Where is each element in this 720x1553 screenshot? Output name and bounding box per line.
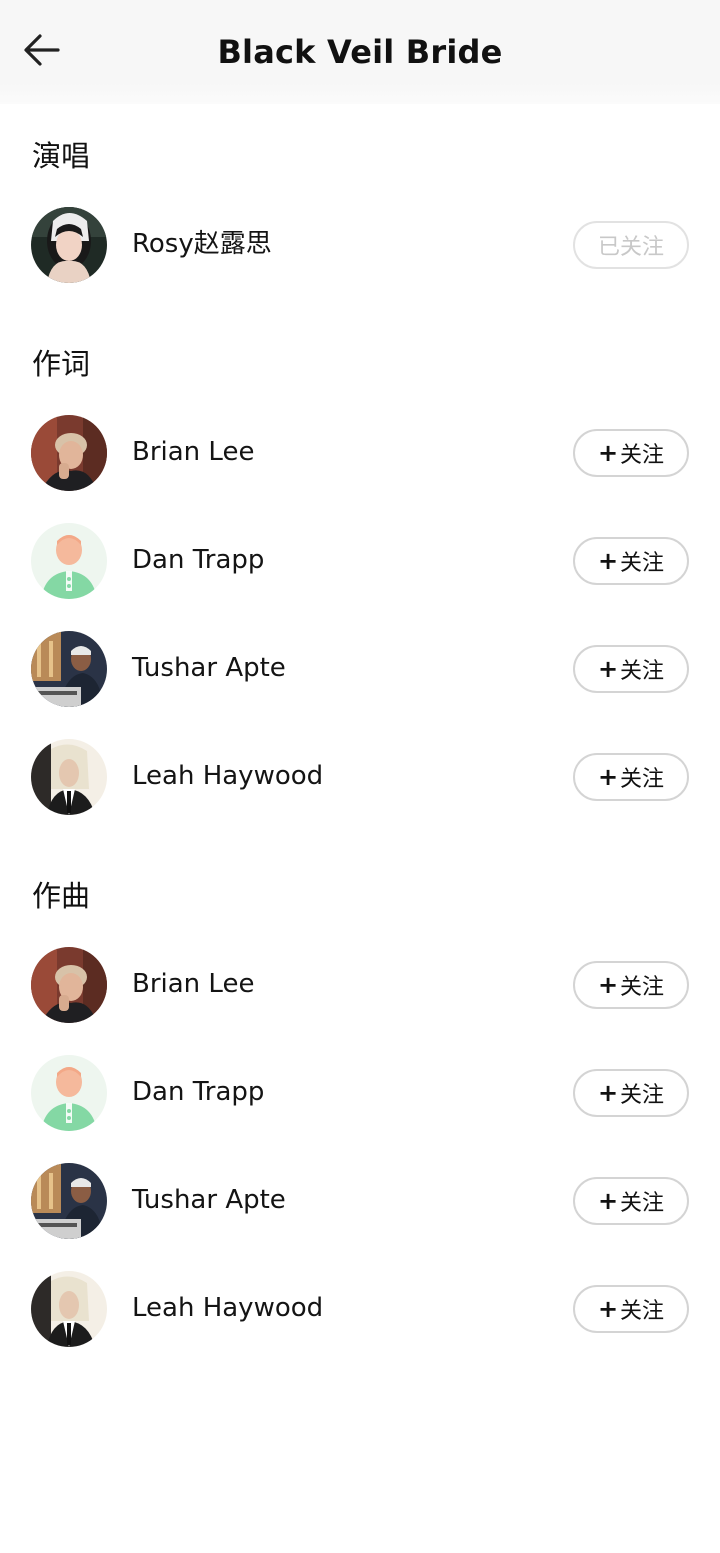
list-item[interactable]: Tushar Apte + 关注 (0, 624, 720, 714)
list-item[interactable]: Dan Trapp + 关注 (0, 1048, 720, 1138)
avatar[interactable] (31, 523, 107, 599)
list-item[interactable]: Brian Lee + 关注 (0, 408, 720, 498)
follow-button[interactable]: + 关注 (573, 537, 689, 585)
follow-button[interactable]: + 关注 (573, 429, 689, 477)
plus-icon: + (597, 655, 619, 683)
section-title-lyrics: 作词 (32, 347, 91, 381)
person-name: Tushar Apte (132, 1185, 286, 1215)
avatar[interactable] (31, 415, 107, 491)
plus-icon: + (597, 971, 619, 999)
person-name: Leah Haywood (132, 761, 324, 791)
person-name: Dan Trapp (132, 545, 265, 575)
list-item[interactable]: Leah Haywood + 关注 (0, 732, 720, 822)
section-title-composition: 作曲 (32, 879, 91, 913)
avatar[interactable] (31, 1163, 107, 1239)
person-name: Rosy赵露思 (132, 229, 272, 259)
list-item[interactable]: Leah Haywood + 关注 (0, 1264, 720, 1354)
list-item[interactable]: Tushar Apte + 关注 (0, 1156, 720, 1246)
plus-icon: + (597, 763, 619, 791)
follow-button[interactable]: + 关注 (573, 1285, 689, 1333)
follow-button[interactable]: + 关注 (573, 753, 689, 801)
list-item[interactable]: Dan Trapp + 关注 (0, 516, 720, 606)
avatar[interactable] (31, 207, 107, 283)
avatar[interactable] (31, 1055, 107, 1131)
follow-button[interactable]: + 关注 (573, 1177, 689, 1225)
avatar[interactable] (31, 631, 107, 707)
following-button[interactable]: 已关注 (573, 221, 689, 269)
plus-icon: + (597, 547, 619, 575)
follow-button[interactable]: + 关注 (573, 961, 689, 1009)
follow-button[interactable]: + 关注 (573, 645, 689, 693)
plus-icon: + (597, 439, 619, 467)
list-item[interactable]: Rosy赵露思 已关注 (0, 200, 720, 290)
follow-button[interactable]: + 关注 (573, 1069, 689, 1117)
list-item[interactable]: Brian Lee + 关注 (0, 940, 720, 1030)
person-name: Brian Lee (132, 969, 255, 999)
top-bar: Black Veil Bride (0, 0, 720, 104)
plus-icon: + (597, 1187, 619, 1215)
person-name: Tushar Apte (132, 653, 286, 683)
avatar[interactable] (31, 1271, 107, 1347)
person-name: Leah Haywood (132, 1293, 324, 1323)
person-name: Brian Lee (132, 437, 255, 467)
avatar[interactable] (31, 947, 107, 1023)
section-title-vocals: 演唱 (32, 139, 91, 173)
plus-icon: + (597, 1079, 619, 1107)
avatar[interactable] (31, 739, 107, 815)
page-title: Black Veil Bride (217, 33, 503, 71)
person-name: Dan Trapp (132, 1077, 265, 1107)
plus-icon: + (597, 1295, 619, 1323)
